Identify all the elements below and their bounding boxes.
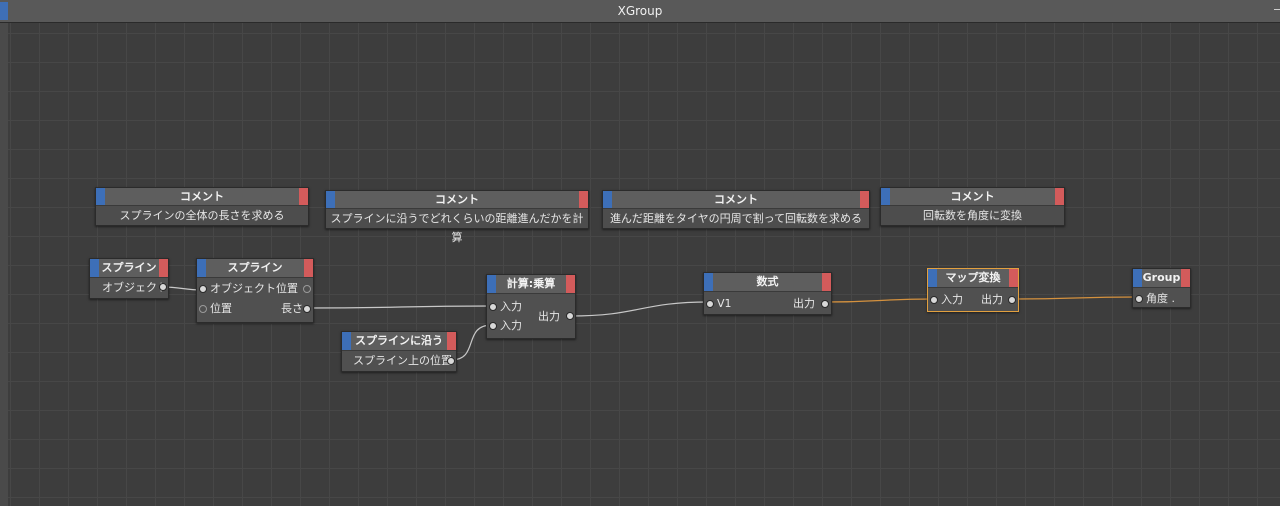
input-port-label: V1 <box>717 297 732 310</box>
port-tab-right[interactable] <box>1055 188 1064 205</box>
output-port-label: 出力 <box>793 297 815 310</box>
output-port-dot[interactable] <box>303 305 311 313</box>
input-port-dot[interactable] <box>199 285 207 293</box>
input-port-label: 位置 <box>210 302 232 315</box>
range-mapper-node[interactable]: マップ変換 入力 出力 <box>927 268 1019 312</box>
output-port-dot[interactable] <box>303 285 311 293</box>
comment-node[interactable]: コメント 回転数を角度に変換 <box>880 187 1065 226</box>
collapse-icon[interactable] <box>1274 9 1280 10</box>
comment-title: コメント <box>435 193 479 206</box>
port-tab-left[interactable] <box>603 191 612 208</box>
window-titlebar: XGroup <box>0 0 1280 23</box>
spline-info-node[interactable]: スプライン オブジェクト 位置 位置 長さ <box>196 258 314 323</box>
node-title: スプラインに沿う <box>355 334 443 347</box>
output-port-label: 位置 <box>276 282 298 295</box>
port-tab-right[interactable] <box>822 273 831 291</box>
input-port-label: 角度 . <box>1146 292 1175 305</box>
input-port-label: 入力 <box>500 300 522 313</box>
port-tab-right[interactable] <box>1181 269 1190 287</box>
node-title: スプライン <box>227 261 283 274</box>
output-port-dot[interactable] <box>159 283 167 291</box>
port-tab-left[interactable] <box>928 269 937 287</box>
left-edge-bar <box>0 23 8 506</box>
port-tab-left[interactable] <box>881 188 890 205</box>
port-tab-right[interactable] <box>299 188 308 205</box>
input-port-label: 入力 <box>941 293 963 306</box>
port-tab-left[interactable] <box>197 259 206 277</box>
input-port-label: オブジェクト <box>210 282 276 295</box>
node-title: Group <box>1142 271 1181 284</box>
along-spline-node[interactable]: スプラインに沿う スプライン上の位置 <box>341 331 457 372</box>
comment-node[interactable]: コメント スプラインに沿うでどれくらいの距離進んだかを計算 <box>325 190 589 244</box>
input-port-dot[interactable] <box>489 322 497 330</box>
port-tab-right[interactable] <box>860 191 869 208</box>
comment-title: コメント <box>180 190 224 203</box>
output-port-label: 長さ <box>281 302 303 315</box>
port-tab-right[interactable] <box>447 332 456 350</box>
output-port-label: 出力 <box>538 310 560 323</box>
comment-text: 回転数を角度に変換 <box>881 206 1064 225</box>
port-tab-left[interactable] <box>96 188 105 205</box>
input-port-dot[interactable] <box>706 300 714 308</box>
port-tab-right[interactable] <box>579 191 588 208</box>
comment-text: スプラインに沿うでどれくらいの距離進んだかを計算 <box>326 209 588 244</box>
node-title: 数式 <box>756 275 779 288</box>
output-port-label: オブジェクト <box>102 281 168 294</box>
spline-object-node[interactable]: スプライン オブジェクト <box>89 258 169 299</box>
comment-title: コメント <box>714 193 758 206</box>
input-port-label: 入力 <box>500 319 522 332</box>
comment-text: スプラインの全体の長さを求める <box>96 206 308 225</box>
titlebar-corner-tab <box>0 2 8 20</box>
output-port-dot[interactable] <box>447 357 455 365</box>
node-title: 計算:乗算 <box>506 277 556 290</box>
comment-title: コメント <box>950 190 995 203</box>
input-port-dot[interactable] <box>930 296 938 304</box>
formula-node[interactable]: 数式 V1 出力 <box>703 272 832 315</box>
port-tab-right[interactable] <box>566 275 575 293</box>
port-tab-left[interactable] <box>326 191 335 208</box>
node-title: スプライン <box>101 261 157 274</box>
port-tab-left[interactable] <box>487 275 496 293</box>
comment-node[interactable]: コメント スプラインの全体の長さを求める <box>95 187 309 226</box>
input-port-dot[interactable] <box>489 303 497 311</box>
port-tab-right[interactable] <box>1009 269 1018 287</box>
port-tab-left[interactable] <box>1133 269 1142 287</box>
port-tab-right[interactable] <box>159 259 168 277</box>
group-node[interactable]: Group 角度 . <box>1132 268 1191 308</box>
port-tab-right[interactable] <box>304 259 313 277</box>
input-port-dot[interactable] <box>199 305 207 313</box>
node-title: マップ変換 <box>945 271 1001 284</box>
output-port-dot[interactable] <box>821 300 829 308</box>
multiply-node[interactable]: 計算:乗算 入力 入力 出力 <box>486 274 576 339</box>
port-tab-left[interactable] <box>704 273 713 291</box>
input-port-dot[interactable] <box>1135 295 1143 303</box>
output-port-label: 出力 <box>981 293 1003 306</box>
port-tab-left[interactable] <box>342 332 351 350</box>
node-editor-canvas[interactable] <box>0 23 1280 506</box>
output-port-dot[interactable] <box>1008 296 1016 304</box>
port-tab-left[interactable] <box>90 259 99 277</box>
window-title: XGroup <box>617 4 663 18</box>
output-port-label: スプライン上の位置 <box>353 354 452 367</box>
comment-text: 進んだ距離をタイヤの円周で割って回転数を求める <box>603 209 869 228</box>
comment-node[interactable]: コメント 進んだ距離をタイヤの円周で割って回転数を求める <box>602 190 870 229</box>
output-port-dot[interactable] <box>566 312 574 320</box>
